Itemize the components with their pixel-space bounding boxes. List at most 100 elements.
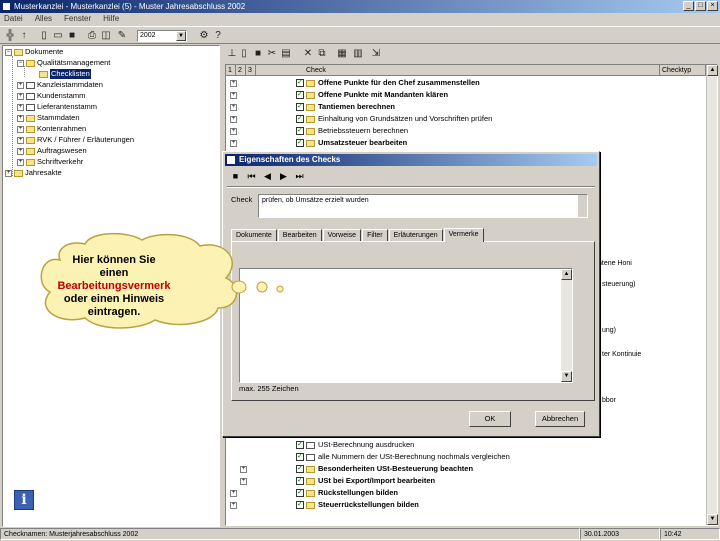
column-check-header[interactable]: Check: [304, 65, 660, 76]
scroll-down-icon[interactable]: ▼: [707, 514, 718, 525]
table-row[interactable]: + ✓ Offene Punkte mit Mandanten klären: [226, 89, 706, 101]
checkmark-icon[interactable]: ✓: [296, 453, 304, 461]
tools-icon[interactable]: ⚙: [198, 30, 210, 42]
table-row[interactable]: + ✓ Betriebssteuern berechnen: [226, 125, 706, 137]
menu-hilfe[interactable]: Hilfe: [103, 13, 119, 25]
preview-icon[interactable]: ◫: [100, 30, 112, 42]
cut-icon[interactable]: ✂: [266, 48, 278, 60]
checkmark-icon[interactable]: ✓: [296, 127, 304, 135]
expand-icon[interactable]: +: [230, 80, 237, 87]
scroll-down-icon[interactable]: ▼: [561, 371, 572, 382]
tree-item-qualitaetsmanagement[interactable]: − Qualitätsmanagement: [17, 58, 110, 68]
checkmark-icon[interactable]: ✓: [296, 79, 304, 87]
expand-icon[interactable]: +: [230, 490, 237, 497]
table-row[interactable]: + ✓ Steuerrückstellungen bilden: [226, 499, 706, 511]
expand-icon[interactable]: +: [230, 140, 237, 147]
expand-icon[interactable]: +: [230, 502, 237, 509]
properties-icon[interactable]: ▦: [336, 48, 348, 60]
table-row[interactable]: + ✓ Rückstellungen bilden: [226, 487, 706, 499]
field-scrollbar[interactable]: [578, 195, 587, 217]
expand-icon[interactable]: +: [230, 128, 237, 135]
checkmark-icon[interactable]: ✓: [296, 441, 304, 449]
ok-button[interactable]: OK: [469, 411, 511, 427]
up-icon[interactable]: ↑: [18, 30, 30, 42]
menu-datei[interactable]: Datei: [4, 13, 23, 25]
first-record-icon[interactable]: ⏮: [245, 170, 258, 183]
table-row[interactable]: + ✓ Offene Punkte für den Chef zusammens…: [226, 77, 706, 89]
checkmark-icon[interactable]: ✓: [296, 465, 304, 473]
save-icon[interactable]: ■: [66, 30, 78, 42]
previous-record-icon[interactable]: ◀: [261, 170, 274, 183]
checkmark-icon[interactable]: ✓: [296, 501, 304, 509]
tree-item-rvk[interactable]: + RVK / Führer / Erläuterungen: [17, 135, 134, 145]
tree-item-stammdaten[interactable]: + Stammdaten: [17, 113, 80, 123]
delete-icon[interactable]: ✕: [302, 48, 314, 60]
table-row[interactable]: + ✓ Einhaltung von Grundsätzen und Vorsc…: [226, 113, 706, 125]
copy-icon[interactable]: ⧉: [316, 48, 328, 60]
tree-item-kundenstamm[interactable]: + Kundenstamm: [17, 91, 85, 101]
table-row[interactable]: ✓ USt-Berechnung ausdrucken: [226, 439, 706, 451]
table-row[interactable]: + ✓ Besonderheiten USt-Besteuerung beach…: [226, 463, 706, 475]
checkmark-icon[interactable]: ✓: [296, 139, 304, 147]
folder-icon: [306, 490, 315, 497]
memo-scrollbar[interactable]: ▲ ▼: [561, 269, 572, 382]
scroll-up-icon[interactable]: ▲: [561, 269, 572, 280]
menu-fenster[interactable]: Fenster: [64, 13, 91, 25]
expand-icon[interactable]: +: [240, 478, 247, 485]
dialog-icon: [227, 156, 235, 164]
tree-item-jahresakte[interactable]: + Jahresakte: [5, 168, 62, 178]
check-text-field[interactable]: prüfen, ob Umsätze erzielt wurden: [258, 194, 588, 218]
last-record-icon[interactable]: ⏭: [293, 170, 306, 183]
expand-icon[interactable]: +: [240, 466, 247, 473]
cancel-button[interactable]: Abbrechen: [535, 411, 585, 427]
save-icon[interactable]: ■: [252, 48, 264, 60]
table-row[interactable]: + ✓ USt bei Export/Import bearbeiten: [226, 475, 706, 487]
check-text: Tantiemen berechnen: [318, 102, 395, 111]
column-1-header[interactable]: 1: [226, 65, 236, 76]
tree-item-kontenrahmen[interactable]: + Kontenrahmen: [17, 124, 86, 134]
scroll-up-icon[interactable]: ▲: [707, 65, 718, 76]
next-record-icon[interactable]: ▶: [277, 170, 290, 183]
help-icon[interactable]: ?: [212, 30, 224, 42]
grid-scrollbar[interactable]: ▲ ▼: [706, 65, 718, 525]
maximize-button[interactable]: □: [695, 1, 706, 11]
pin-icon[interactable]: ⊥: [226, 48, 238, 60]
info-icon[interactable]: i: [14, 490, 34, 510]
column-2-header[interactable]: 2: [236, 65, 246, 76]
minimize-button[interactable]: _: [683, 1, 694, 11]
column-checktyp-header[interactable]: Checktyp: [660, 65, 706, 76]
tab-vermerke[interactable]: Vermerke: [443, 228, 484, 242]
checkmark-icon[interactable]: ✓: [296, 91, 304, 99]
table-row[interactable]: + ✓ Umsatzsteuer bearbeiten: [226, 137, 706, 149]
details-icon[interactable]: ▥: [352, 48, 364, 60]
export-icon[interactable]: ⇲: [370, 48, 382, 60]
new-icon[interactable]: ▯: [38, 30, 50, 42]
menu-alles[interactable]: Alles: [35, 13, 52, 25]
expand-icon[interactable]: +: [230, 92, 237, 99]
checkmark-icon[interactable]: ✓: [296, 477, 304, 485]
print-icon[interactable]: ⎙: [86, 30, 98, 42]
edit-icon[interactable]: ✎: [116, 30, 128, 42]
tree-item-schriftverkehr[interactable]: + Schriftverkehr: [17, 157, 83, 167]
save-icon[interactable]: ■: [229, 170, 242, 183]
table-row[interactable]: ✓ alle Nummern der USt-Berechnung nochma…: [226, 451, 706, 463]
open-icon[interactable]: ▭: [52, 30, 64, 42]
tree-item-kanzleistammdaten[interactable]: + Kanzleistammdaten: [17, 80, 103, 90]
checkmark-icon[interactable]: ✓: [296, 115, 304, 123]
tree-toggle-icon[interactable]: ╬: [4, 30, 16, 42]
tree-item-lieferantenstamm[interactable]: + Lieferantenstamm: [17, 102, 97, 112]
table-row[interactable]: + ✓ Tantiemen berechnen: [226, 101, 706, 113]
column-3-header[interactable]: 3: [246, 65, 256, 76]
checkmark-icon[interactable]: ✓: [296, 489, 304, 497]
expand-icon[interactable]: +: [230, 104, 237, 111]
paste-icon[interactable]: ▤: [280, 48, 292, 60]
year-select[interactable]: 2002 ▼: [137, 30, 187, 42]
tree-item-auftragswesen[interactable]: + Auftragswesen: [17, 146, 87, 156]
chevron-down-icon[interactable]: ▼: [176, 31, 186, 41]
new-icon[interactable]: ▯: [238, 48, 250, 60]
expand-icon[interactable]: +: [230, 116, 237, 123]
close-button[interactable]: ×: [707, 1, 718, 11]
tree-item-checklisten[interactable]: Checklisten: [39, 69, 91, 79]
checkmark-icon[interactable]: ✓: [296, 103, 304, 111]
tree-item-dokumente[interactable]: − Dokumente: [5, 47, 63, 57]
